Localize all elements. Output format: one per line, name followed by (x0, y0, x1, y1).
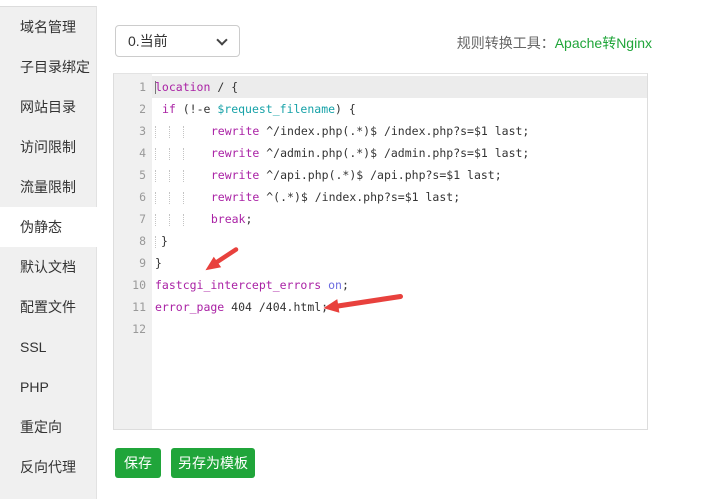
code-token: ; (245, 212, 253, 226)
code-token: rewrite (210, 124, 260, 138)
line-number: 4 (139, 146, 146, 160)
indent-guide (155, 213, 169, 226)
indent-guide (169, 147, 183, 160)
code-token: } (155, 256, 162, 270)
line-number: 9 (139, 256, 146, 270)
apache-to-nginx-link[interactable]: Apache转Nginx (555, 35, 652, 51)
save-as-template-button[interactable]: 另存为模板 (171, 448, 255, 478)
chevron-down-icon (216, 34, 228, 46)
code-token: / { (210, 80, 239, 94)
code-line[interactable]: } (152, 252, 647, 274)
code-token: on (328, 278, 342, 292)
line-number: 8 (139, 234, 146, 248)
rewrite-code-editor[interactable]: 1 2 3 4 5 6 7 8 9 10 11 12 location / { if (!-e $re… (113, 73, 648, 430)
code-token: location (155, 80, 211, 94)
indent-guide (155, 125, 169, 138)
sidebar-item-默认文档[interactable]: 默认文档 (0, 247, 98, 287)
sidebar-item-SSL[interactable]: SSL (0, 327, 98, 367)
line-number: 5 (139, 168, 146, 182)
code-line[interactable]: rewrite ^/api.php(.*)$ /api.php?s=$1 las… (152, 164, 647, 186)
code-line[interactable]: rewrite ^(.*)$ /index.php?s=$1 last; (152, 186, 647, 208)
rewrite-profile-value: 0.当前 (128, 33, 168, 49)
line-number: 12 (132, 322, 146, 336)
line-number: 6 (139, 190, 146, 204)
code-token: break (210, 212, 246, 226)
code-line[interactable]: fastcgi_intercept_errors on; (152, 274, 647, 296)
indent-guide (169, 125, 183, 138)
line-number: 10 (132, 278, 146, 292)
indent-guide (169, 169, 183, 182)
indent-guide (183, 169, 197, 182)
sidebar-item-子目录绑定[interactable]: 子目录绑定 (0, 47, 98, 87)
code-line[interactable]: rewrite ^/admin.php(.*)$ /admin.php?s=$1… (152, 142, 647, 164)
code-token: ; (341, 278, 349, 292)
editor-gutter: 1 2 3 4 5 6 7 8 9 10 11 12 (114, 74, 152, 429)
line-number: 1 (139, 80, 146, 94)
code-line[interactable]: rewrite ^/index.php(.*)$ /index.php?s=$1… (152, 120, 647, 142)
indent-guide (183, 147, 197, 160)
rewrite-profile-dropdown[interactable]: 0.当前 (115, 25, 240, 57)
code-token: (!-e (175, 102, 218, 116)
code-line[interactable]: location / { (152, 76, 647, 98)
code-token: ^/index.php(.*)$ /index.php?s=$1 last; (259, 124, 530, 138)
code-token: ^/admin.php(.*)$ /admin.php?s=$1 last; (259, 146, 530, 160)
code-token: fastcgi_intercept_errors (155, 278, 322, 292)
line-number: 7 (139, 212, 146, 226)
sidebar-item-重定向[interactable]: 重定向 (0, 407, 98, 447)
code-line[interactable]: } (152, 230, 647, 252)
editor-code[interactable]: location / { if (!-e $request_filename) … (152, 74, 647, 429)
code-token: rewrite (210, 146, 260, 160)
rule-converter: 规则转换工具：Apache转Nginx (457, 33, 652, 53)
sidebar-item-PHP[interactable]: PHP (0, 367, 98, 407)
code-token: if (161, 102, 176, 116)
code-token: 404 /404.html; (224, 300, 329, 314)
code-token: ) { (335, 102, 356, 116)
code-line[interactable]: if (!-e $request_filename) { (152, 98, 647, 120)
sidebar-item-伪静态[interactable]: 伪静态 (0, 207, 98, 247)
indent-guide (155, 191, 169, 204)
indent-guide (183, 125, 197, 138)
code-token: $request_filename (217, 102, 336, 116)
sidebar-item-网站目录[interactable]: 网站目录 (0, 87, 98, 127)
sidebar-item-配置文件[interactable]: 配置文件 (0, 287, 98, 327)
code-token: ^(.*)$ /index.php?s=$1 last; (259, 190, 461, 204)
indent-guide (183, 191, 197, 204)
line-number: 3 (139, 124, 146, 138)
code-token: } (161, 234, 168, 248)
indent-guide (169, 191, 183, 204)
code-token: rewrite (210, 168, 260, 182)
indent-guide (183, 213, 197, 226)
sidebar-item-流量限制[interactable]: 流量限制 (0, 167, 98, 207)
line-number: 2 (139, 102, 146, 116)
sidebar-item-反向代理[interactable]: 反向代理 (0, 447, 98, 487)
sidebar-item-访问限制[interactable]: 访问限制 (0, 127, 98, 167)
rule-converter-label: 规则转换工具： (456, 35, 555, 51)
indent-guide (169, 213, 183, 226)
indent-guide (155, 169, 169, 182)
code-line[interactable]: break; (152, 208, 647, 230)
code-line[interactable] (152, 318, 647, 340)
sidebar-item-域名管理[interactable]: 域名管理 (0, 7, 98, 47)
code-line[interactable]: error_page 404 /404.html; (152, 296, 647, 318)
indent-guide (155, 147, 169, 160)
code-token: error_page (155, 300, 225, 314)
code-token: ^/api.php(.*)$ /api.php?s=$1 last; (259, 168, 502, 182)
line-number: 11 (132, 300, 146, 314)
settings-sidebar: 域名管理 子目录绑定 网站目录 访问限制 流量限制 伪静态 默认文档 配置文件 SSL PHP 重定… (0, 6, 98, 499)
code-token: rewrite (210, 190, 260, 204)
save-button[interactable]: 保存 (115, 448, 161, 478)
